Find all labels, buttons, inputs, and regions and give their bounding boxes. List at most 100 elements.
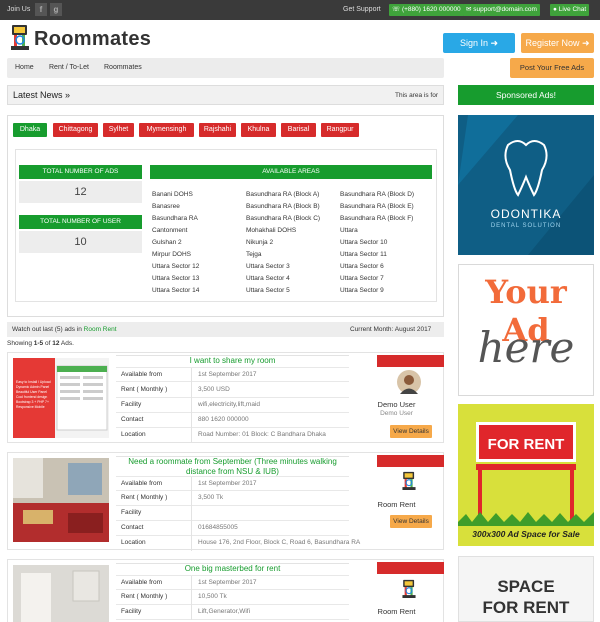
for-rent-ad-banner[interactable]: FOR RENT 300x300 Ad Space for Sale [458,404,594,546]
listing-thumbnail[interactable]: Easy to Install / Upload Dynamic Admin P… [13,358,109,438]
city-tab-mymensingh[interactable]: Mymensingh [139,123,194,137]
showing-prefix: Showing [7,340,32,347]
field-value: 10,500 Tk [198,593,227,600]
field-row-contact: Contact 01684855005 [116,521,349,536]
area-link[interactable]: Uttara Sector 7 [340,273,430,285]
areas-column-1: Banani DOHS Banasree Basundhara RA Canto… [152,189,242,297]
watch-out-prefix: Watch out last (5) ads in [12,326,82,333]
area-link[interactable]: Banasree [152,201,242,213]
logo-icon[interactable] [9,24,31,54]
sign-post-icon [458,464,594,526]
divider [191,576,192,591]
field-value: Lift,Generator,Wifi [198,608,251,615]
field-label: Location [121,431,146,438]
listing-card[interactable]: Easy to Install / Upload Dynamic Admin P… [7,352,444,443]
field-row-facility: Facility Lift,Generator,Wifi [116,605,349,620]
area-link[interactable]: Cantonment [152,225,242,237]
view-details-button[interactable]: View Details [390,425,432,438]
area-link[interactable]: Uttara Sector 3 [246,261,336,273]
area-link[interactable]: Uttara Sector 4 [246,273,336,285]
facebook-icon[interactable]: f [35,3,47,16]
area-link[interactable]: Basundhara RA (Block B) [246,201,336,213]
area-link[interactable]: Nikunja 2 [246,237,336,249]
city-tab-barisal[interactable]: Barisal [281,123,316,137]
area-link[interactable]: Uttara [340,225,430,237]
card-accent-bar [377,562,444,574]
area-link[interactable]: Basundhara RA [152,213,242,225]
card-accent-bar [377,455,444,467]
nav-home[interactable]: Home [15,64,34,71]
space-line-1: SPACE [497,577,555,596]
divider [191,536,192,551]
register-button[interactable]: Register Now ➜ [521,33,594,53]
odontika-subtitle: DENTAL SOLUTION [490,223,562,229]
area-link[interactable]: Uttara Sector 14 [152,285,242,297]
owner-name[interactable]: Room Rent [350,500,443,509]
area-link[interactable]: Uttara Sector 5 [246,285,336,297]
card-accent-bar [377,355,444,367]
area-link[interactable]: Basundhara RA (Block F) [340,213,430,225]
email-pill[interactable]: ✉ support@domain.com [463,4,540,16]
watch-category-link[interactable]: Room Rent [84,326,117,333]
area-link[interactable]: Basundhara RA (Block C) [246,213,336,225]
space-for-rent-banner[interactable]: SPACE FOR RENT [458,556,594,622]
sign-in-button[interactable]: Sign In ➜ [443,33,515,53]
latest-news-bar: Latest News » This area is for [7,85,444,105]
city-tab-dhaka[interactable]: Dhaka [13,123,47,137]
city-tab-sylhet[interactable]: Sylhet [103,123,134,137]
area-link[interactable]: Uttara Sector 13 [152,273,242,285]
area-link[interactable]: Uttara Sector 11 [340,249,430,261]
area-link[interactable]: Mirpur DOHS [152,249,242,261]
areas-column-3: Basundhara RA (Block D) Basundhara RA (B… [340,189,430,297]
area-link[interactable]: Basundhara RA (Block A) [246,189,336,201]
divider [191,521,192,536]
field-row-contact: Contact 880 1620 000000 [116,413,349,428]
area-link[interactable]: Uttara Sector 6 [340,261,430,273]
area-link[interactable]: Uttara Sector 9 [340,285,430,297]
main-nav: Home Rent / To-Let Roommates [7,58,444,78]
field-value: 3,500 USD [198,386,230,393]
divider [191,428,192,443]
nav-rent-to-let[interactable]: Rent / To-Let [49,64,89,71]
listing-card[interactable]: One big masterbed for rent Available fro… [7,559,444,622]
google-plus-icon[interactable]: g [50,3,62,16]
sign-in-arrow-icon: ➜ [490,38,499,48]
double-chevron-icon: » [65,90,71,100]
here-script: here [477,323,575,372]
field-value: 880 1620 000000 [198,416,249,423]
listing-title[interactable]: Need a roommate from September (Three mi… [116,456,349,478]
nav-roommates[interactable]: Roommates [104,64,142,71]
city-tab-khulna[interactable]: Khulna [241,123,276,137]
field-value: wifi,electricity,lift,maid [198,401,261,408]
area-link[interactable]: Uttara Sector 12 [152,261,242,273]
area-link[interactable]: Basundhara RA (Block D) [340,189,430,201]
field-row-rent: Rent ( Monthly ) 3,500 USD [116,383,349,398]
city-tab-rangpur[interactable]: Rangpur [321,123,359,137]
view-details-button[interactable]: View Details [390,515,432,528]
your-ad-here-banner[interactable]: Your Ad here [458,264,594,396]
site-logo-text[interactable]: Roommates [34,28,151,51]
divider [191,605,192,620]
owner-name[interactable]: Room Rent [350,607,443,616]
avatar[interactable] [397,370,421,394]
live-chat-button[interactable]: ● Live Chat [550,4,590,16]
listing-thumbnail[interactable] [13,565,109,622]
city-tab-chittagong[interactable]: Chittagong [53,123,98,137]
divider [191,398,192,413]
area-link[interactable]: Uttara Sector 10 [340,237,430,249]
area-link[interactable]: Tejga [246,249,336,261]
owner-name[interactable]: Demo User [350,400,443,409]
city-tab-rajshahi[interactable]: Rajshahi [199,123,236,137]
listing-thumbnail[interactable] [13,458,109,542]
area-link[interactable]: Basundhara RA (Block E) [340,201,430,213]
listing-card[interactable]: Need a roommate from September (Three mi… [7,452,444,551]
available-areas-heading: AVAILABLE AREAS [150,165,432,179]
post-free-ads-button[interactable]: Post Your Free Ads [510,58,594,78]
odontika-banner[interactable]: ODONTIKA DENTAL SOLUTION [458,115,594,255]
owner-subtitle: Demo User [380,410,413,417]
area-link[interactable]: Banani DOHS [152,189,242,201]
area-link[interactable]: Mohakhali DOHS [246,225,336,237]
phone-pill[interactable]: ☏ (+880) 1620 000000 [389,4,464,16]
field-row-facility: Facility wifi,electricity,lift,maid [116,398,349,413]
area-link[interactable]: Gulshan 2 [152,237,242,249]
